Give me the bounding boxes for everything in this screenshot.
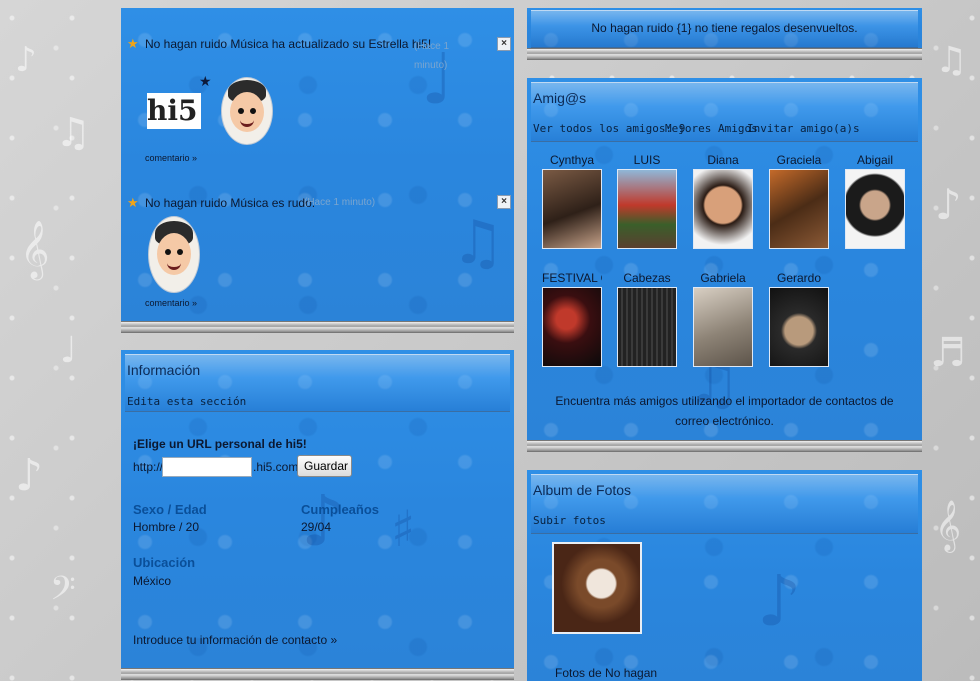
feed-panel: ♩ ♫ ★ No hagan ruido Música ha actualiza… xyxy=(121,8,514,321)
birthday-label: Cumpleaños xyxy=(301,502,380,517)
friends-panel: ♫ Amig@s Ver todos los amigos: 9 Mejores… xyxy=(527,78,922,440)
music-note-decoration: ♪ xyxy=(935,180,962,229)
star-icon: ★ xyxy=(127,195,139,210)
see-all-friends-link[interactable]: Ver todos los amigos: 9 xyxy=(533,122,685,135)
music-note-decoration: ♩ xyxy=(60,330,77,371)
music-note-decoration: 𝄞 xyxy=(20,220,50,278)
close-icon[interactable]: × xyxy=(497,37,511,51)
music-note-decoration: 𝄢 xyxy=(50,570,76,616)
comment-link[interactable]: comentario » xyxy=(145,153,197,163)
friend-card[interactable]: Cabezas xyxy=(617,271,677,367)
panel-divider xyxy=(527,440,922,452)
url-prefix: http:// xyxy=(133,460,164,474)
birthday-value: 29/04 xyxy=(301,520,332,534)
hi5-logo: hi5 xyxy=(147,93,201,129)
gifts-panel: No hagan ruido {1} no tiene regalos dese… xyxy=(527,8,922,48)
music-note-decoration: ♪ xyxy=(15,450,44,501)
friend-photo[interactable] xyxy=(617,287,677,367)
sex-age-value: Hombre / 20 xyxy=(133,520,200,534)
contact-info-link[interactable]: Introduce tu información de contacto » xyxy=(133,633,337,647)
friend-name: Cynthya xyxy=(549,153,595,167)
friend-card[interactable]: Diana xyxy=(693,153,753,249)
friend-photo[interactable] xyxy=(693,287,753,367)
panel-divider xyxy=(121,321,514,333)
sex-age-label: Sexo / Edad xyxy=(133,502,207,517)
friend-name: Gabriela xyxy=(700,271,746,285)
album-cover-photo[interactable] xyxy=(552,542,642,634)
music-note-decoration: ♫ xyxy=(935,40,968,81)
friend-card[interactable]: Graciela xyxy=(769,153,829,249)
music-note-decoration: ♪ xyxy=(757,560,802,642)
music-note-decoration: ♫ xyxy=(451,208,505,278)
feed-item-time: (Hace 1 minuto) xyxy=(414,41,450,71)
panel-divider xyxy=(527,48,922,60)
friend-name: Graciela xyxy=(776,153,822,167)
personal-url-input[interactable] xyxy=(162,457,252,477)
friend-photo[interactable] xyxy=(769,169,829,249)
music-note-decoration: 𝄞 xyxy=(935,500,962,551)
friend-name: Diana xyxy=(707,153,739,167)
friend-name: LUIS xyxy=(633,153,661,167)
friend-photo[interactable] xyxy=(617,169,677,249)
avatar xyxy=(148,216,200,293)
friend-card[interactable]: Gabriela xyxy=(693,271,753,367)
feed-item-text: No hagan ruido Música ha actualizado su … xyxy=(145,37,432,51)
friend-card[interactable]: Abigail xyxy=(845,153,905,249)
location-value: México xyxy=(133,574,172,588)
best-friends-link[interactable]: Mejores Amigos xyxy=(665,122,758,135)
album-caption[interactable]: Fotos de No hagan xyxy=(555,666,657,680)
friend-card[interactable]: LUIS xyxy=(617,153,677,249)
music-note-decoration: ♫ xyxy=(55,110,91,156)
friend-name: Cabezas xyxy=(623,271,671,285)
url-suffix: .hi5.com xyxy=(253,460,299,474)
friend-card[interactable]: FESTIVAL C xyxy=(542,271,602,367)
info-panel: ♪ ♯ Información Edita esta sección ¡Elig… xyxy=(121,350,514,668)
feed-item-text: No hagan ruido Música es rudo. xyxy=(145,196,316,210)
friend-photo[interactable] xyxy=(542,169,602,249)
friend-photo[interactable] xyxy=(693,169,753,249)
star-icon: ★ xyxy=(199,73,212,89)
music-note-decoration: ♬ xyxy=(930,330,966,376)
comment-link[interactable]: comentario » xyxy=(145,298,197,308)
feed-item-time: (Hace 1 minuto) xyxy=(304,197,376,208)
friend-name: FESTIVAL C xyxy=(542,271,602,285)
panel-divider xyxy=(121,668,514,680)
section-title: Album de Fotos xyxy=(533,482,632,498)
friend-photo[interactable] xyxy=(769,287,829,367)
save-button[interactable]: Guardar xyxy=(297,455,352,477)
url-heading: ¡Elige un URL personal de hi5! xyxy=(133,437,307,451)
friend-card[interactable]: Cynthya xyxy=(542,153,602,249)
invite-friends-link[interactable]: Invitar amigo(a)s xyxy=(747,122,860,135)
gifts-text: No hagan ruido {1} no tiene regalos dese… xyxy=(591,21,858,35)
edit-section-link[interactable]: Edita esta sección xyxy=(127,395,246,408)
music-note-decoration: ♪ xyxy=(15,40,37,80)
friend-photo[interactable] xyxy=(845,169,905,249)
friend-name: Gerardo xyxy=(776,271,822,285)
friend-card[interactable]: Gerardo xyxy=(769,271,829,367)
music-note-decoration: ♯ xyxy=(391,500,416,558)
location-label: Ubicación xyxy=(133,555,196,570)
section-title: Información xyxy=(127,362,201,378)
friend-name: Abigail xyxy=(856,153,894,167)
avatar xyxy=(221,77,273,145)
section-title: Amig@s xyxy=(533,90,587,106)
star-icon: ★ xyxy=(127,36,139,51)
upload-photos-link[interactable]: Subir fotos xyxy=(533,514,606,527)
friend-photo[interactable] xyxy=(542,287,602,367)
friend-importer-link[interactable]: Encuentra más amigos utilizando el impor… xyxy=(547,391,902,431)
album-panel: ♪ Album de Fotos Subir fotos Fotos de No… xyxy=(527,470,922,681)
close-icon[interactable]: × xyxy=(497,195,511,209)
